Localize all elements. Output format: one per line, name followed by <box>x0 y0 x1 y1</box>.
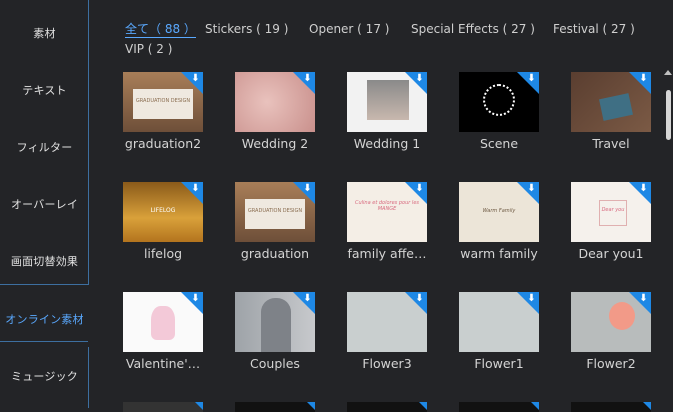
sidebar-item-materials[interactable]: 素材 <box>0 4 89 61</box>
material-label: Scene <box>479 136 519 151</box>
download-arrow-icon: ⬇ <box>415 183 424 194</box>
sidebar-item-label: テキスト <box>22 83 67 97</box>
tab-opener[interactable]: Opener ( 17 ) <box>309 19 389 39</box>
download-badge <box>307 402 315 410</box>
download-arrow-icon: ⬇ <box>303 183 312 194</box>
material-label: Valentine'… <box>125 356 201 371</box>
sidebar-item-filter[interactable]: フィルター <box>0 118 89 175</box>
download-arrow-icon: ⬇ <box>415 293 424 304</box>
material-item-partial[interactable] <box>235 402 315 412</box>
sidebar-item-online-materials[interactable]: オンライン素材 <box>0 290 89 347</box>
tab-label: Special Effects ( 27 ) <box>411 22 535 36</box>
material-label: graduation <box>240 246 310 261</box>
tab-label: VIP ( 2 ) <box>125 42 173 56</box>
material-item-partial[interactable] <box>571 402 651 412</box>
material-label: Wedding 1 <box>353 136 421 151</box>
download-arrow-icon: ⬇ <box>639 293 648 304</box>
tab-underline <box>125 37 196 38</box>
tablet <box>599 93 633 121</box>
material-label: Dear you1 <box>578 246 644 261</box>
download-arrow-icon: ⬇ <box>639 183 648 194</box>
sidebar-item-music[interactable]: ミュージック <box>0 347 89 404</box>
download-arrow-icon: ⬇ <box>527 183 536 194</box>
download-badge <box>643 402 651 410</box>
download-arrow-icon: ⬇ <box>527 73 536 84</box>
download-arrow-icon: ⬇ <box>191 293 200 304</box>
download-arrow-icon: ⬇ <box>303 293 312 304</box>
light-ring <box>483 84 515 116</box>
tab-vip[interactable]: VIP ( 2 ) <box>125 39 172 59</box>
thumb-caption: Warm Family <box>482 208 516 214</box>
material-label: Flower2 <box>586 356 636 371</box>
thumb-caption: Dear you <box>601 207 625 213</box>
tab-stickers[interactable]: Stickers ( 19 ) <box>205 19 288 39</box>
material-label: warm family <box>460 246 538 261</box>
material-label: Flower3 <box>362 356 412 371</box>
thumb-caption: GRADUATION DESIGN <box>135 98 191 104</box>
tab-festival[interactable]: Festival ( 27 ) <box>553 19 635 39</box>
material-label: Wedding 2 <box>241 136 309 151</box>
frame <box>599 200 627 226</box>
download-badge <box>419 402 427 410</box>
scroll-up-arrow-icon[interactable] <box>664 70 672 75</box>
tab-label: Stickers ( 19 ) <box>205 22 289 36</box>
material-label: family affe… <box>347 246 427 261</box>
material-label: graduation2 <box>124 136 202 151</box>
sidebar-item-label: フィルター <box>16 140 73 154</box>
person <box>261 298 291 352</box>
material-label: Travel <box>592 136 630 151</box>
download-badge <box>531 402 539 410</box>
couple-figure <box>151 306 175 340</box>
sidebar-item-transition[interactable]: 画面切替効果 <box>0 232 89 289</box>
download-arrow-icon: ⬇ <box>527 293 536 304</box>
tab-label: Opener ( 17 ) <box>309 22 390 36</box>
material-item-partial[interactable] <box>347 402 427 412</box>
material-label: lifelog <box>143 246 183 261</box>
sidebar-item-label: オンライン素材 <box>5 312 84 326</box>
tab-label: Festival ( 27 ) <box>553 22 635 36</box>
material-item-partial[interactable] <box>459 402 539 412</box>
thumb-caption: LIFELOG <box>150 207 176 214</box>
sidebar-item-overlay[interactable]: オーバーレイ <box>0 175 89 232</box>
thumb-caption: GRADUATION DESIGN <box>247 208 303 214</box>
sidebar-item-label: オーバーレイ <box>10 197 79 211</box>
material-label: Flower1 <box>474 356 524 371</box>
material-label: Couples <box>250 356 300 371</box>
download-badge <box>195 402 203 410</box>
photo-frame <box>367 80 409 120</box>
sidebar: 素材 テキスト フィルター オーバーレイ 画面切替効果 オンライン素材 ミュージ… <box>0 0 89 408</box>
download-arrow-icon: ⬇ <box>639 73 648 84</box>
tab-special-effects[interactable]: Special Effects ( 27 ) <box>411 19 535 39</box>
download-arrow-icon: ⬇ <box>303 73 312 84</box>
download-arrow-icon: ⬇ <box>415 73 424 84</box>
tab-label: 全て（ 88 ） <box>125 22 196 36</box>
download-arrow-icon: ⬇ <box>191 73 200 84</box>
material-item-partial[interactable] <box>123 402 203 412</box>
sidebar-item-text[interactable]: テキスト <box>0 61 89 118</box>
content-area: 全て（ 88 ） Stickers ( 19 ) Opener ( 17 ) S… <box>90 0 673 412</box>
sidebar-item-label: ミュージック <box>11 369 78 383</box>
scrollbar-thumb[interactable] <box>666 90 671 140</box>
download-arrow-icon: ⬇ <box>191 183 200 194</box>
sidebar-separator <box>0 284 89 285</box>
sidebar-item-label: 画面切替効果 <box>10 254 79 268</box>
sidebar-item-label: 素材 <box>33 26 56 40</box>
tab-all[interactable]: 全て（ 88 ） <box>125 19 196 39</box>
sidebar-separator <box>0 341 89 342</box>
